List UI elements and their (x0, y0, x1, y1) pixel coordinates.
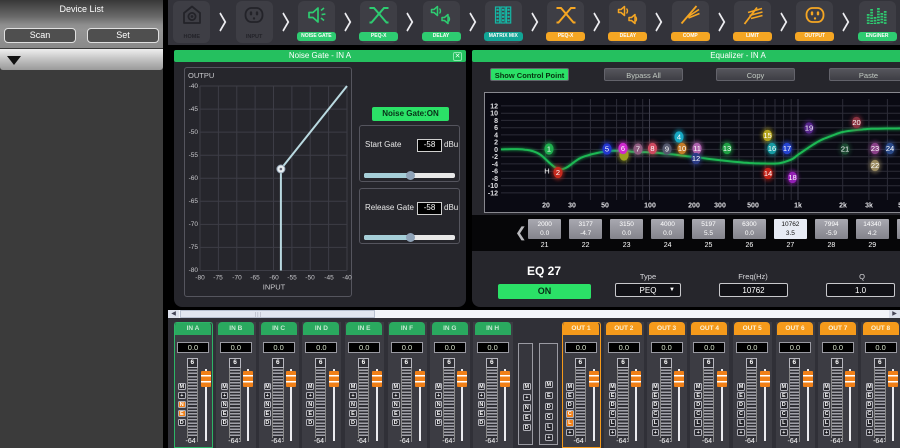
svg-text:24: 24 (886, 144, 894, 153)
svg-text:12: 12 (692, 154, 700, 163)
svg-text:4: 4 (494, 132, 498, 139)
svg-text:-45: -45 (189, 106, 199, 113)
svg-text:-2: -2 (492, 154, 498, 161)
svg-text:-75: -75 (213, 275, 223, 282)
svg-text:11: 11 (693, 144, 701, 153)
svg-text:-55: -55 (189, 152, 199, 159)
svg-text:1k: 1k (794, 203, 802, 210)
svg-text:0: 0 (494, 147, 498, 154)
svg-text:5: 5 (605, 145, 609, 154)
svg-text:-60: -60 (189, 175, 199, 182)
svg-text:9: 9 (665, 145, 669, 154)
svg-text:10: 10 (678, 144, 686, 153)
svg-text:15: 15 (763, 131, 771, 140)
svg-text:22: 22 (871, 161, 879, 170)
svg-text:500: 500 (747, 203, 759, 210)
svg-text:23: 23 (871, 144, 879, 153)
svg-text:-50: -50 (189, 129, 199, 136)
svg-text:16: 16 (768, 144, 776, 153)
svg-text:-75: -75 (189, 244, 199, 251)
svg-text:-10: -10 (488, 183, 498, 190)
svg-text:-8: -8 (492, 176, 498, 183)
svg-text:-65: -65 (189, 198, 199, 205)
svg-text:-12: -12 (488, 190, 498, 197)
svg-text:-40: -40 (342, 275, 352, 282)
svg-text:6: 6 (494, 125, 498, 132)
svg-text:18: 18 (788, 173, 796, 182)
svg-text:-50: -50 (305, 275, 315, 282)
svg-text:8: 8 (650, 144, 654, 153)
svg-text:-80: -80 (195, 275, 205, 282)
svg-text:200: 200 (688, 203, 700, 210)
svg-text:H: H (544, 167, 549, 176)
svg-text:7: 7 (636, 145, 640, 154)
svg-text:300: 300 (714, 203, 726, 210)
svg-text:-60: -60 (269, 275, 279, 282)
svg-text:-55: -55 (287, 275, 297, 282)
svg-text:13: 13 (723, 144, 731, 153)
svg-text:30: 30 (568, 203, 576, 210)
svg-text:50: 50 (601, 203, 609, 210)
svg-text:OUTPU: OUTPU (188, 71, 214, 80)
svg-text:10: 10 (490, 111, 498, 118)
svg-text:17: 17 (783, 144, 791, 153)
svg-text:14: 14 (764, 169, 772, 178)
svg-text:12: 12 (490, 103, 498, 110)
svg-text:-80: -80 (189, 267, 199, 274)
svg-text:-4: -4 (492, 161, 498, 168)
svg-text:8: 8 (494, 118, 498, 125)
svg-text:-70: -70 (232, 275, 242, 282)
svg-text:2k: 2k (839, 203, 847, 210)
svg-text:-6: -6 (492, 169, 498, 176)
svg-text:20: 20 (542, 203, 550, 210)
svg-text:-65: -65 (250, 275, 260, 282)
svg-text:2: 2 (556, 168, 560, 177)
svg-text:19: 19 (805, 124, 813, 133)
svg-text:INPUT: INPUT (263, 283, 286, 292)
svg-text:4: 4 (677, 133, 681, 142)
svg-text:100: 100 (644, 203, 656, 210)
svg-text:3k: 3k (865, 203, 873, 210)
svg-text:2: 2 (494, 140, 498, 147)
svg-text:6: 6 (621, 144, 625, 153)
svg-text:-45: -45 (324, 275, 334, 282)
svg-text:20: 20 (852, 118, 860, 127)
svg-text:-40: -40 (189, 83, 199, 90)
svg-text:-70: -70 (189, 221, 199, 228)
svg-text:1: 1 (547, 145, 551, 154)
svg-text:21: 21 (841, 145, 849, 154)
